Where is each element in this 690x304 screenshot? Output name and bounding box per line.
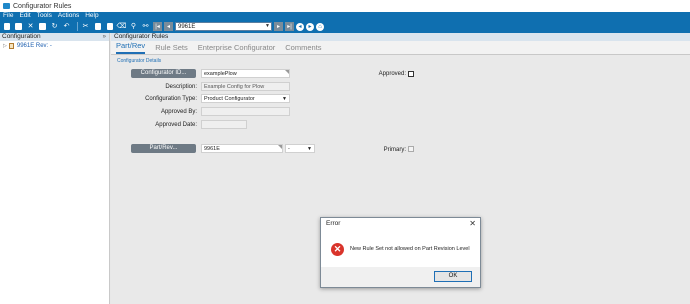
tab-bar: Part/Rev Rule Sets Enterprise Configurat…	[111, 41, 690, 55]
close-icon[interactable]: ✕	[469, 218, 476, 230]
section-label: Configurator Details	[117, 58, 162, 64]
primary-checkbox[interactable]	[408, 146, 414, 152]
revision-select[interactable]: - ▼	[285, 144, 315, 153]
clear-icon[interactable]: ⌫	[117, 22, 127, 31]
refresh-icon[interactable]: ↻	[50, 22, 59, 31]
part-rev-button[interactable]: Part/Rev...	[131, 144, 196, 153]
config-type-select[interactable]: Product Configurator ▼	[201, 94, 290, 103]
collapse-icon[interactable]: »	[103, 33, 106, 41]
approved-date-field[interactable]	[201, 120, 247, 129]
part-value: 9961E	[204, 146, 220, 152]
paste-icon[interactable]	[105, 22, 114, 31]
save-all-icon[interactable]	[38, 22, 47, 31]
undo-icon[interactable]: ↶	[62, 22, 71, 31]
forward-icon[interactable]: ▸	[306, 22, 314, 31]
tree-item[interactable]: ▷ 9961E Rev: -	[0, 41, 109, 51]
title-bar: Configurator Rules	[0, 0, 690, 12]
tab-enterprise-configurator[interactable]: Enterprise Configurator	[198, 43, 276, 54]
chevron-down-icon[interactable]: ▼	[264, 23, 271, 30]
app-icon	[3, 3, 10, 9]
first-record-icon[interactable]: |◂	[153, 22, 162, 31]
error-dialog: Error ✕ ✕ New Rule Set not allowed on Pa…	[320, 217, 481, 288]
copy-icon[interactable]	[93, 22, 102, 31]
dialog-titlebar: Error ✕	[321, 218, 480, 230]
tree-item-label[interactable]: 9961E Rev: -	[17, 43, 52, 49]
prev-record-icon[interactable]: ◂	[164, 22, 173, 31]
dialog-footer: OK	[321, 267, 480, 287]
configurator-id-field[interactable]: examplePlow	[201, 69, 290, 78]
menu-help[interactable]: Help	[85, 12, 98, 20]
dialog-body: ✕ New Rule Set not allowed on Part Revis…	[321, 230, 480, 268]
chevron-down-icon[interactable]: ▼	[307, 145, 312, 153]
panel-title: Configuration	[2, 33, 41, 40]
attach-icon[interactable]: ⚲	[129, 22, 138, 31]
ok-button[interactable]: OK	[434, 271, 472, 282]
tab-comments[interactable]: Comments	[285, 43, 321, 54]
description-label: Description:	[165, 84, 197, 90]
tab-rule-sets[interactable]: Rule Sets	[155, 43, 188, 54]
toolbar: ✕ ↻ ↶ ✂ ⌫ ⚲ ⚯ |◂ ◂ 9961E ▼ ▸ ▸| ◂ ▸ ⌂	[0, 20, 690, 33]
menu-actions[interactable]: Actions	[58, 12, 79, 20]
new-icon[interactable]	[2, 22, 11, 31]
dialog-title: Error	[326, 220, 341, 227]
document-icon	[8, 43, 14, 49]
approved-checkbox[interactable]	[408, 71, 414, 77]
configurator-id-button[interactable]: Configurator ID...	[131, 69, 196, 78]
menu-edit[interactable]: Edit	[19, 12, 30, 20]
configuration-panel: Configuration » ▷ 9961E Rev: -	[0, 33, 110, 304]
menu-tools[interactable]: Tools	[37, 12, 52, 20]
approved-date-label: Approved Date:	[155, 122, 197, 128]
chevron-down-icon[interactable]: ▼	[282, 95, 287, 103]
record-combo-value: 9961E	[178, 23, 196, 30]
last-record-icon[interactable]: ▸|	[285, 22, 294, 31]
primary-label: Primary:	[383, 147, 406, 153]
approved-label: Approved:	[378, 71, 406, 77]
configurator-id-value: examplePlow	[204, 71, 237, 77]
expand-icon[interactable]: ▷	[3, 43, 7, 49]
description-field[interactable]: Example Config for Plow	[201, 82, 290, 91]
config-type-value: Product Configurator	[204, 96, 255, 102]
record-combo[interactable]: 9961E ▼	[175, 22, 272, 31]
dialog-message: New Rule Set not allowed on Part Revisio…	[350, 246, 470, 252]
delete-icon[interactable]: ✕	[26, 22, 35, 31]
config-type-label: Configuration Type:	[145, 96, 197, 102]
cut-icon[interactable]: ✂	[81, 22, 90, 31]
revision-value: -	[288, 146, 290, 152]
home-icon[interactable]: ⌂	[316, 22, 324, 31]
panel-header: Configuration »	[0, 33, 109, 41]
approved-by-field[interactable]	[201, 107, 290, 116]
back-icon[interactable]: ◂	[296, 22, 304, 31]
next-record-icon[interactable]: ▸	[274, 22, 283, 31]
part-field[interactable]: 9961E	[201, 144, 283, 153]
tab-part-rev[interactable]: Part/Rev	[116, 41, 146, 54]
save-icon[interactable]	[14, 22, 23, 31]
menu-file[interactable]: File	[3, 12, 13, 20]
window-title: Configurator Rules	[13, 2, 72, 10]
error-icon: ✕	[331, 242, 344, 256]
binoculars-icon[interactable]: ⚯	[141, 22, 150, 31]
toolbar-separator	[77, 22, 78, 31]
approved-by-label: Approved By:	[160, 109, 197, 115]
menu-bar: File Edit Tools Actions Help	[0, 12, 690, 20]
main-header: Configurator Rules	[111, 33, 690, 41]
